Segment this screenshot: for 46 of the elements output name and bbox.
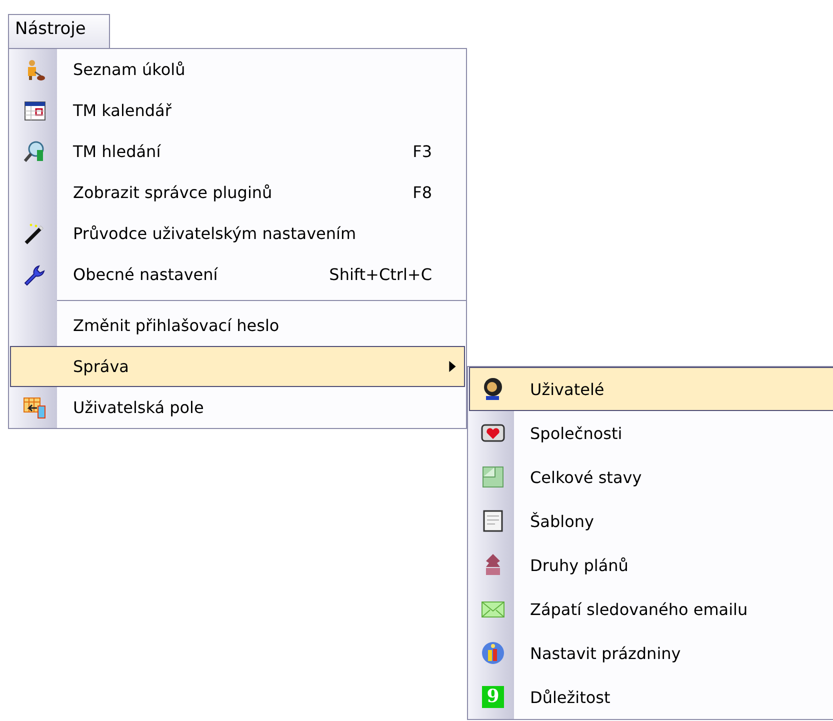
menu-item-label: Správa	[73, 357, 130, 376]
menu-item-label: Zápatí sledovaného emailu	[530, 600, 749, 618]
menu-item-label: Změnit přihlašovací heslo	[73, 316, 280, 335]
menu-item-label: Celkové stavy	[530, 468, 643, 486]
menu-item[interactable]: Změnit přihlašovací heslo	[10, 305, 465, 346]
menu-item[interactable]: Nastavit prázdniny	[469, 631, 833, 675]
shortcut-label: F8	[412, 183, 432, 202]
menu-item[interactable]: Zobrazit správce pluginů F8	[10, 172, 465, 213]
menu-item[interactable]: Celkové stavy	[469, 455, 833, 499]
menu-item-label: Společnosti	[530, 424, 624, 442]
wrench-icon	[23, 262, 47, 286]
menu-item-label: TM kalendář	[73, 101, 172, 120]
menu-item[interactable]: Šablony	[469, 499, 833, 543]
menu-item-label: Druhy plánů	[530, 556, 630, 574]
menu-item[interactable]: TM kalendář	[10, 90, 465, 131]
shortcut-label: Shift+Ctrl+C	[329, 265, 432, 284]
menu-item[interactable]: Průvodce uživatelským nastavením	[10, 213, 465, 254]
menu-item-label: Průvodce uživatelským nastavením	[73, 224, 358, 243]
user-icon	[481, 377, 505, 401]
menu-item-label: Uživatelská pole	[73, 398, 205, 417]
menu-item[interactable]: Uživatelská pole	[10, 387, 465, 428]
menu-item-label: Důležitost	[530, 688, 612, 706]
menu-item[interactable]: Správa	[10, 346, 465, 387]
menu-item[interactable]: TM hledání F3	[10, 131, 465, 172]
menu-item[interactable]: Seznam úkolů	[10, 49, 465, 90]
menu-item-label: Šablony	[530, 512, 595, 530]
calendar-icon	[23, 98, 47, 122]
table-arrow-icon	[23, 396, 47, 420]
submenu-arrow-icon	[449, 361, 456, 372]
menu-item-label: TM hledání	[73, 142, 162, 161]
menu-item[interactable]: Zápatí sledovaného emailu	[469, 587, 833, 631]
menu-item-label: Obecné nastavení	[73, 265, 219, 284]
menu-item[interactable]: Druhy plánů	[469, 543, 833, 587]
shortcut-label: F3	[412, 142, 432, 161]
menu-item-label: Nastavit prázdniny	[530, 644, 682, 662]
candles-icon	[481, 641, 505, 665]
document-icon	[481, 509, 505, 533]
menu-item[interactable]: Obecné nastavení Shift+Ctrl+C	[10, 254, 465, 295]
menu-item-label: Uživatelé	[530, 380, 606, 398]
menu-item-label: Seznam úkolů	[73, 60, 186, 79]
menu-item-label: Zobrazit správce pluginů	[73, 183, 274, 202]
number-icon: 9	[482, 686, 504, 708]
menu-item[interactable]: Společnosti	[469, 411, 833, 455]
menu-bar-item[interactable]: Nástroje	[8, 14, 110, 48]
menu-item[interactable]: Uživatelé	[469, 367, 833, 411]
menu-item[interactable]: 9 Důležitost	[469, 675, 833, 719]
